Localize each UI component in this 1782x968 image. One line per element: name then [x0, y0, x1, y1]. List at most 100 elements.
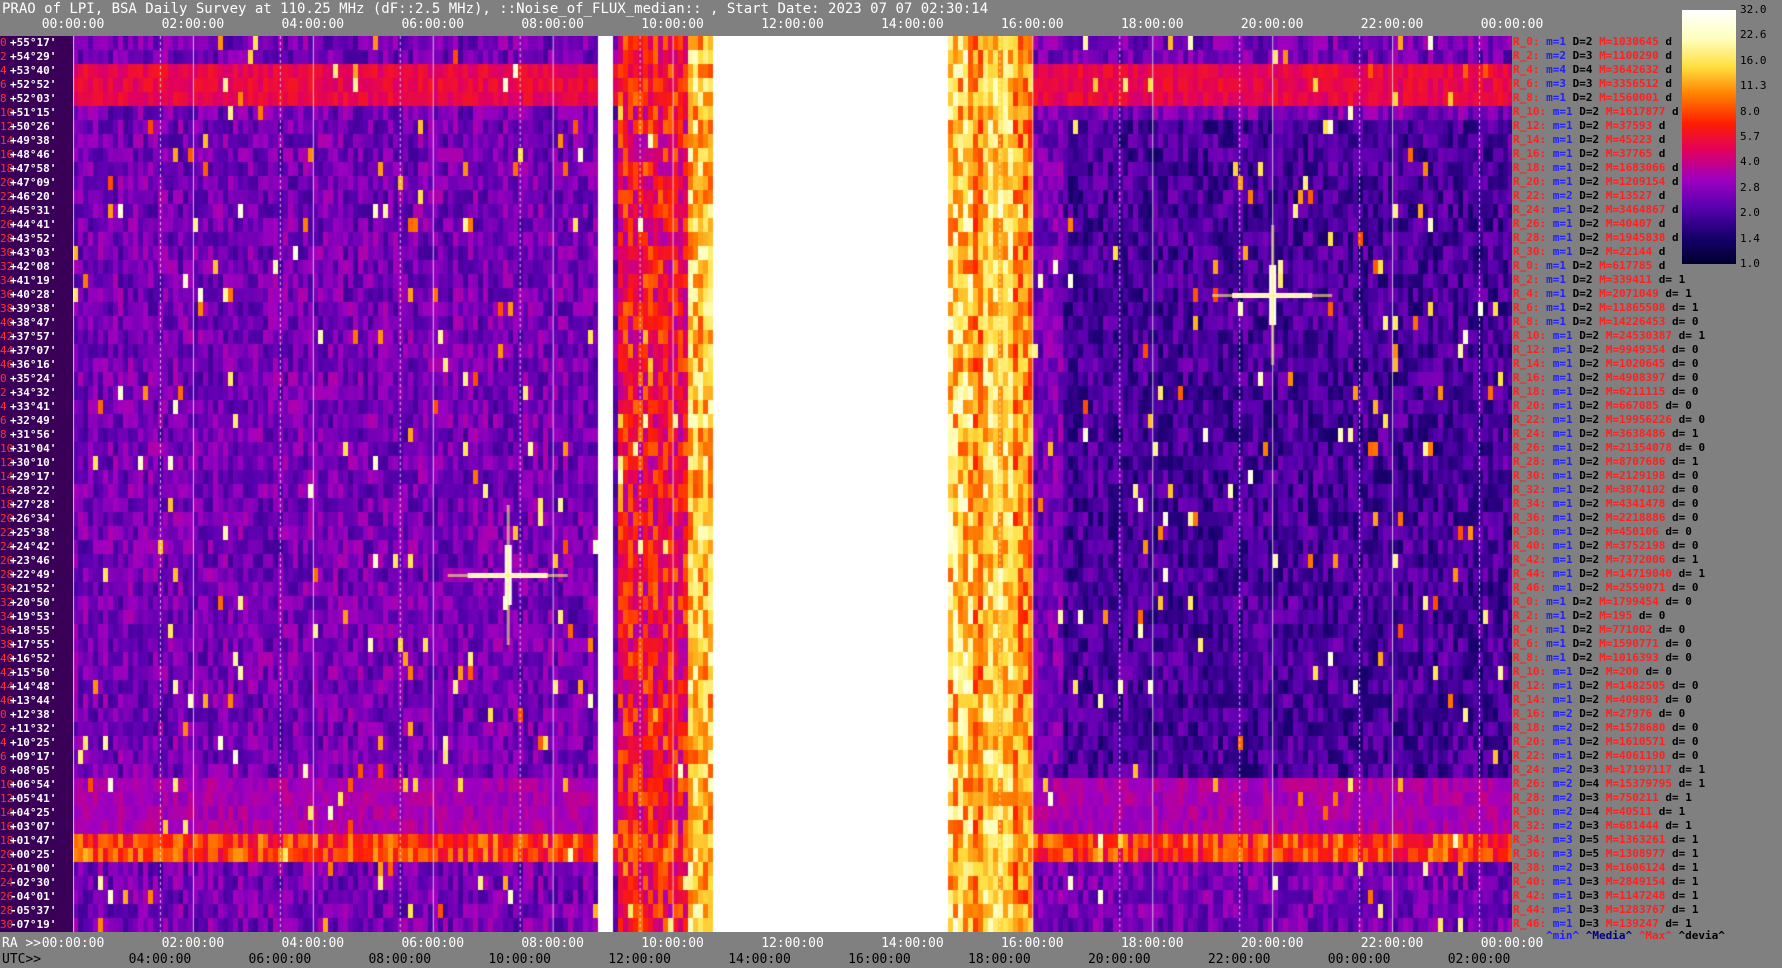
- stats-d-field: D=2: [1579, 679, 1606, 692]
- stats-row: R_28: m=1 D=2 M=8707686 d= 1: [1513, 455, 1698, 468]
- dec-row-index: 42: [0, 330, 14, 343]
- dec-row-label: 22+25°38': [0, 526, 56, 540]
- dec-row-index: 38: [0, 302, 14, 315]
- stats-d-field: d= 1: [1665, 287, 1692, 300]
- stats-row: R_4: m=1 D=2 M=771002 d= 0: [1513, 623, 1685, 636]
- dec-row-index: 6: [0, 414, 7, 427]
- dec-row-index: 38: [0, 638, 14, 651]
- stats-m-field: m=1: [1552, 203, 1580, 216]
- stats-m-field: M=37593: [1605, 119, 1659, 132]
- stats-m-field: M=4061190: [1605, 749, 1672, 762]
- dec-row-label: 24-02°30': [0, 876, 56, 890]
- stats-m-field: M=1308977: [1605, 847, 1672, 860]
- stats-row: R_44: m=1 D=2 M=14719040 d= 1: [1513, 567, 1705, 580]
- stats-d-field: D=3: [1579, 763, 1606, 776]
- stats-r-field: R_24:: [1513, 203, 1553, 216]
- stats-d-field: d= 1: [1678, 329, 1706, 342]
- stats-m-field: m=1: [1552, 539, 1580, 552]
- dec-row-index: 30: [0, 246, 14, 259]
- stats-m-field: m=1: [1552, 385, 1580, 398]
- dec-row-label: 32+20°50': [0, 596, 56, 610]
- stats-r-field: R_32:: [1513, 483, 1553, 496]
- stats-d-field: d= 0: [1671, 343, 1699, 356]
- dec-value: +37°07': [10, 344, 57, 357]
- stats-d-field: D=2: [1579, 455, 1606, 468]
- dec-row-label: 30-07°19': [0, 918, 56, 932]
- dec-row-label: 42+37°57': [0, 330, 56, 344]
- stats-row: R_22: m=1 D=2 M=4061190 d= 0: [1513, 749, 1698, 762]
- stats-r-field: R_10:: [1513, 329, 1553, 342]
- stats-d-field: d= 1: [1671, 847, 1699, 860]
- stats-d-field: d= 1: [1671, 553, 1699, 566]
- utc-tick-label: 02:00:00: [1447, 952, 1511, 967]
- utc-tick-label: 12:00:00: [608, 952, 671, 967]
- dec-value: +37°57': [10, 330, 57, 343]
- legend-item: ^devia^: [1678, 929, 1725, 942]
- stats-d-field: d: [1658, 147, 1666, 160]
- stats-d-field: D=4: [1579, 805, 1606, 818]
- stats-m-field: m=1: [1546, 287, 1573, 300]
- dec-row-index: 36: [0, 288, 14, 301]
- dec-row-index: 16: [0, 484, 14, 497]
- stats-m-field: m=1: [1546, 609, 1573, 622]
- stats-r-field: R_36:: [1513, 511, 1553, 524]
- stats-m-field: M=750211: [1605, 791, 1666, 804]
- stats-r-field: R_16:: [1513, 707, 1553, 720]
- stats-r-field: R_38:: [1513, 861, 1553, 874]
- chart-title: PRAO of LPI, BSA Daily Survey at 110.25 …: [2, 1, 989, 17]
- stats-m-field: m=1: [1552, 105, 1580, 118]
- stats-row: R_10: m=1 D=2 M=1617877 d: [1513, 105, 1679, 118]
- stats-d-field: D=2: [1579, 749, 1606, 762]
- dec-row-label: 42+15°50': [0, 666, 56, 680]
- stats-m-field: m=1: [1552, 903, 1580, 916]
- stats-row: R_4: m=1 D=2 M=2071049 d= 1: [1513, 287, 1692, 300]
- stats-r-field: R_6:: [1513, 77, 1547, 90]
- ra-tick-label: 12:00:00: [761, 17, 824, 32]
- stats-r-field: R_28:: [1513, 231, 1553, 244]
- dec-value: +36°16': [10, 358, 57, 371]
- dec-row-index: 46: [0, 358, 14, 371]
- dec-value: +14°48': [10, 680, 57, 693]
- stats-row: R_24: m=1 D=2 M=3464867 d: [1513, 203, 1679, 216]
- dec-row-label: 28-05°37': [0, 904, 56, 918]
- stats-d-field: d= 0: [1671, 385, 1699, 398]
- stats-d-field: D=2: [1579, 343, 1606, 356]
- dec-value: +11°32': [10, 722, 57, 735]
- stats-r-field: R_18:: [1513, 161, 1553, 174]
- stats-d-field: D=2: [1572, 301, 1600, 314]
- stats-m-field: M=1016393: [1599, 651, 1666, 664]
- dec-value: +51°15': [10, 106, 57, 119]
- dec-row-index: 0: [0, 36, 7, 49]
- stats-row: R_18: m=1 D=2 M=6211115 d= 0: [1513, 385, 1698, 398]
- stats-m-field: m=1: [1552, 245, 1580, 258]
- stats-r-field: R_4:: [1513, 287, 1547, 300]
- dec-row-index: 14: [0, 806, 14, 819]
- stats-row: R_6: m=1 D=2 M=1590771 d= 0: [1513, 637, 1692, 650]
- stats-row: R_2: m=1 D=2 M=339411 d= 1: [1513, 273, 1685, 286]
- stats-m-field: m=1: [1552, 693, 1580, 706]
- stats-row: R_22: m=1 D=2 M=19956226 d= 0: [1513, 413, 1705, 426]
- stats-row: R_12: m=1 D=2 M=1482505 d= 0: [1513, 679, 1698, 692]
- dec-row-index: 12: [0, 792, 14, 805]
- dec-value: +04°25': [10, 806, 57, 819]
- dec-value: +46°20': [10, 190, 57, 203]
- dec-row-label: 18+01°47': [0, 834, 56, 848]
- utc-tick-label: 00:00:00: [1327, 952, 1391, 967]
- dec-row-index: 0: [0, 708, 7, 721]
- dec-row-index: 46: [0, 694, 14, 707]
- dec-value: +27°28': [10, 498, 57, 511]
- dec-value: +31°04': [10, 442, 57, 455]
- stats-m-field: m=1: [1552, 735, 1580, 748]
- stats-r-field: R_22:: [1513, 749, 1553, 762]
- dec-value: +15°50': [10, 666, 57, 679]
- dec-row-label: 14+04°25': [0, 806, 56, 820]
- stats-m-field: M=17197117: [1605, 763, 1679, 776]
- stats-d-field: D=2: [1579, 413, 1606, 426]
- dec-value: +49°38': [10, 134, 57, 147]
- dec-row-label: 0 +12°38': [0, 708, 56, 722]
- ra-tick-label: 16:00:00: [1001, 936, 1064, 951]
- stats-d-field: d= 1: [1665, 791, 1692, 804]
- utc-tick-label: 18:00:00: [968, 952, 1031, 967]
- dec-value: +45°31': [10, 204, 57, 217]
- stats-row: R_2: m=1 D=2 M=195 d= 0: [1513, 609, 1665, 622]
